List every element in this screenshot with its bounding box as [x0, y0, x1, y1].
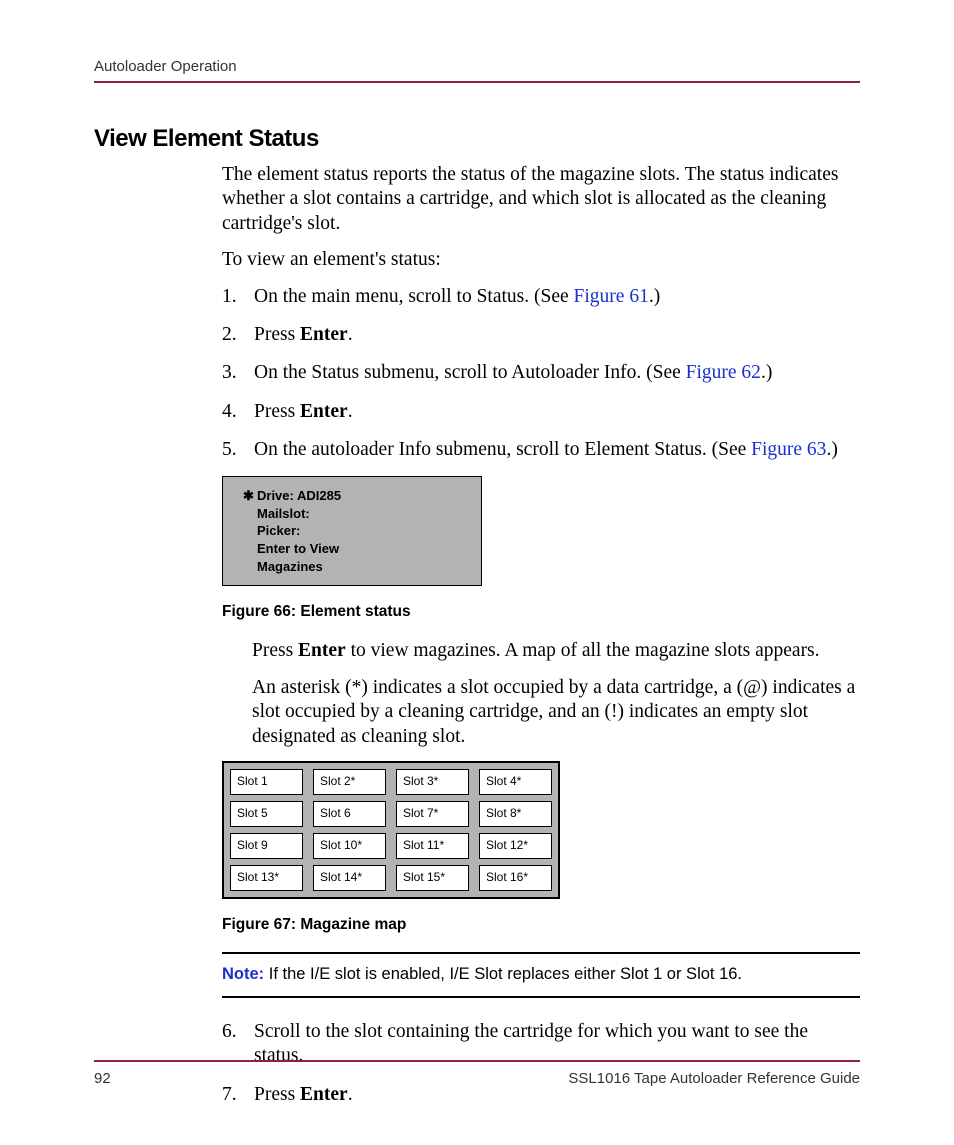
slot-cell: Slot 9: [230, 833, 303, 859]
lcd-text: Picker:: [257, 523, 300, 538]
slot-cell: Slot 15*: [396, 865, 469, 891]
lcd-line-5: Magazines: [243, 558, 467, 576]
step-1: On the main menu, scroll to Status. (See…: [222, 285, 860, 309]
note-rule-bottom: [222, 996, 860, 998]
note: Note: If the I/E slot is enabled, I/E Sl…: [222, 964, 860, 985]
paragraph: An asterisk (*) indicates a slot occupie…: [252, 676, 860, 749]
text: Press: [252, 640, 298, 661]
note-rule-top: [222, 952, 860, 954]
slot-cell: Slot 16*: [479, 865, 552, 891]
step-3: On the Status submenu, scroll to Autoloa…: [222, 361, 860, 385]
note-text: If the I/E slot is enabled, I/E Slot rep…: [264, 965, 742, 983]
slot-cell: Slot 8*: [479, 801, 552, 827]
step-4: Press Enter.: [222, 400, 860, 424]
note-label: Note:: [222, 965, 264, 983]
slot-cell: Slot 5: [230, 801, 303, 827]
step-5: On the autoloader Info submenu, scroll t…: [222, 438, 860, 462]
lcd-line-3: Picker:: [243, 522, 467, 540]
slot-cell: Slot 3*: [396, 769, 469, 795]
figure-66-caption: Figure 66: Element status: [222, 602, 860, 621]
intro-paragraph: The element status reports the status of…: [222, 163, 860, 236]
page-footer: 92 SSL1016 Tape Autoloader Reference Gui…: [94, 1060, 860, 1087]
lead-in: To view an element's status:: [222, 248, 860, 272]
step-text: Press: [254, 401, 300, 422]
step-text: .: [348, 401, 353, 422]
figure-link-62[interactable]: Figure 62: [686, 362, 761, 383]
body-column: The element status reports the status of…: [222, 163, 860, 1107]
figure-67-caption: Figure 67: Magazine map: [222, 915, 860, 934]
header-rule: [94, 81, 860, 83]
magazine-map: Slot 1 Slot 2* Slot 3* Slot 4* Slot 5 Sl…: [222, 761, 560, 899]
step-2: Press Enter.: [222, 323, 860, 347]
key-enter: Enter: [300, 324, 348, 345]
slot-cell: Slot 10*: [313, 833, 386, 859]
paragraph: Press Enter to view magazines. A map of …: [252, 639, 860, 663]
key-enter: Enter: [298, 640, 346, 661]
key-enter: Enter: [300, 401, 348, 422]
slot-cell: Slot 11*: [396, 833, 469, 859]
slot-cell: Slot 4*: [479, 769, 552, 795]
page: Autoloader Operation View Element Status…: [0, 0, 954, 1145]
footer-row: 92 SSL1016 Tape Autoloader Reference Gui…: [94, 1070, 860, 1087]
slot-cell: Slot 7*: [396, 801, 469, 827]
text: to view magazines. A map of all the maga…: [346, 640, 820, 661]
step-text: .): [649, 286, 660, 307]
lcd-line-2: Mailslot:: [243, 505, 467, 523]
step-text: On the autoloader Info submenu, scroll t…: [254, 439, 751, 460]
slot-cell: Slot 12*: [479, 833, 552, 859]
step-text: .): [761, 362, 772, 383]
lcd-text: Magazines: [257, 559, 323, 574]
figure-link-63[interactable]: Figure 63: [751, 439, 826, 460]
slot-cell: Slot 6: [313, 801, 386, 827]
slot-cell: Slot 1: [230, 769, 303, 795]
lcd-text: Enter to View: [257, 541, 339, 556]
footer-rule: [94, 1060, 860, 1062]
section-heading: View Element Status: [94, 125, 860, 153]
page-number: 92: [94, 1070, 111, 1087]
lcd-text: Drive: ADI285: [257, 488, 341, 503]
lcd-text: Mailslot:: [257, 506, 310, 521]
slot-cell: Slot 13*: [230, 865, 303, 891]
map-grid: Slot 1 Slot 2* Slot 3* Slot 4* Slot 5 Sl…: [230, 769, 552, 891]
step-text: .): [826, 439, 837, 460]
step-body: Press Enter to view magazines. A map of …: [252, 639, 860, 749]
slot-cell: Slot 14*: [313, 865, 386, 891]
step-text: On the Status submenu, scroll to Autoloa…: [254, 362, 686, 383]
lcd-screen: ✱ Drive: ADI285 Mailslot: Picker: Enter …: [222, 476, 482, 586]
lcd-line-4: Enter to View: [243, 540, 467, 558]
procedure-steps-1: On the main menu, scroll to Status. (See…: [222, 285, 860, 463]
figure-link-61[interactable]: Figure 61: [574, 286, 649, 307]
slot-cell: Slot 2*: [313, 769, 386, 795]
running-head: Autoloader Operation: [94, 58, 860, 81]
lcd-line-1: ✱ Drive: ADI285: [243, 487, 467, 505]
step-text: On the main menu, scroll to Status. (See: [254, 286, 574, 307]
star-icon: ✱: [243, 487, 254, 505]
step-text: Press: [254, 324, 300, 345]
doc-title: SSL1016 Tape Autoloader Reference Guide: [568, 1070, 860, 1087]
step-text: .: [348, 324, 353, 345]
